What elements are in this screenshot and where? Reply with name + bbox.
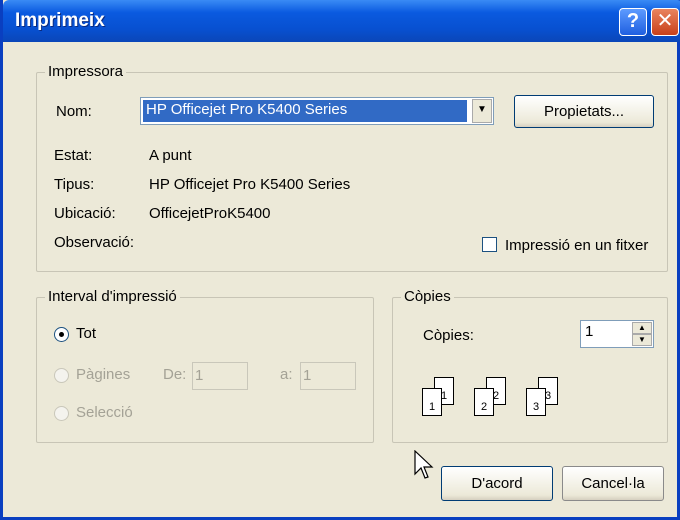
radio-selection-label[interactable]: Selecció bbox=[76, 404, 133, 421]
printer-name-value: HP Officejet Pro K5400 Series bbox=[143, 100, 467, 122]
radio-all[interactable] bbox=[54, 327, 69, 342]
properties-button-label: Propietats... bbox=[543, 103, 625, 120]
help-icon: ? bbox=[626, 10, 640, 32]
radio-pages[interactable] bbox=[54, 368, 69, 383]
spinner-up-icon[interactable]: ▲ bbox=[632, 322, 652, 334]
print-range-legend: Interval d'impressió bbox=[45, 288, 180, 305]
status-value: A punt bbox=[149, 147, 192, 164]
ok-button-label: D'acord bbox=[471, 475, 523, 492]
close-icon: ✕ bbox=[656, 10, 674, 32]
from-label: De: bbox=[163, 366, 187, 383]
copies-spinner[interactable]: 1 ▲ ▼ bbox=[580, 320, 654, 348]
radio-pages-label[interactable]: Pàgines bbox=[76, 366, 130, 383]
to-label: a: bbox=[280, 366, 293, 383]
window-title: Imprimeix bbox=[15, 10, 105, 31]
properties-button[interactable]: Propietats... bbox=[514, 95, 654, 128]
collate-page: 2 bbox=[474, 388, 494, 416]
copies-spinner-value: 1 bbox=[585, 323, 594, 340]
type-label: Tipus: bbox=[54, 176, 95, 193]
radio-selection[interactable] bbox=[54, 406, 69, 421]
printer-name-select[interactable]: HP Officejet Pro K5400 Series ▼ bbox=[140, 97, 494, 125]
printer-group-legend: Impressora bbox=[45, 63, 127, 80]
copies-legend: Còpies bbox=[401, 288, 454, 305]
copies-count-label: Còpies: bbox=[423, 327, 474, 344]
collate-icon: 1 1 2 2 3 3 bbox=[416, 372, 566, 422]
close-button[interactable]: ✕ bbox=[651, 8, 679, 36]
mouse-cursor-icon bbox=[414, 450, 434, 479]
chevron-down-icon[interactable]: ▼ bbox=[472, 99, 492, 123]
collate-page: 3 bbox=[526, 388, 546, 416]
to-page-input[interactable]: 1 bbox=[300, 362, 356, 390]
radio-selected-dot bbox=[59, 332, 64, 337]
radio-all-label[interactable]: Tot bbox=[76, 325, 96, 342]
type-value: HP Officejet Pro K5400 Series bbox=[149, 176, 351, 193]
comment-label: Observació: bbox=[54, 234, 135, 251]
status-label: Estat: bbox=[54, 147, 93, 164]
collate-page: 1 bbox=[422, 388, 442, 416]
print-dialog: Imprimeix ? ✕ Impressora Nom: HP Officej… bbox=[0, 0, 680, 520]
help-button[interactable]: ? bbox=[619, 8, 647, 36]
location-label: Ubicació: bbox=[54, 205, 116, 222]
from-page-input[interactable]: 1 bbox=[192, 362, 248, 390]
cancel-button[interactable]: Cancel·la bbox=[562, 466, 664, 501]
title-bar: Imprimeix ? ✕ bbox=[3, 0, 680, 42]
print-to-file-checkbox[interactable] bbox=[482, 237, 497, 252]
print-to-file-label[interactable]: Impressió en un fitxer bbox=[505, 237, 648, 254]
cancel-button-label: Cancel·la bbox=[581, 475, 645, 492]
location-value: OfficejetProK5400 bbox=[149, 205, 271, 222]
ok-button[interactable]: D'acord bbox=[441, 466, 553, 501]
name-label: Nom: bbox=[56, 103, 92, 120]
spinner-down-icon[interactable]: ▼ bbox=[632, 334, 652, 346]
